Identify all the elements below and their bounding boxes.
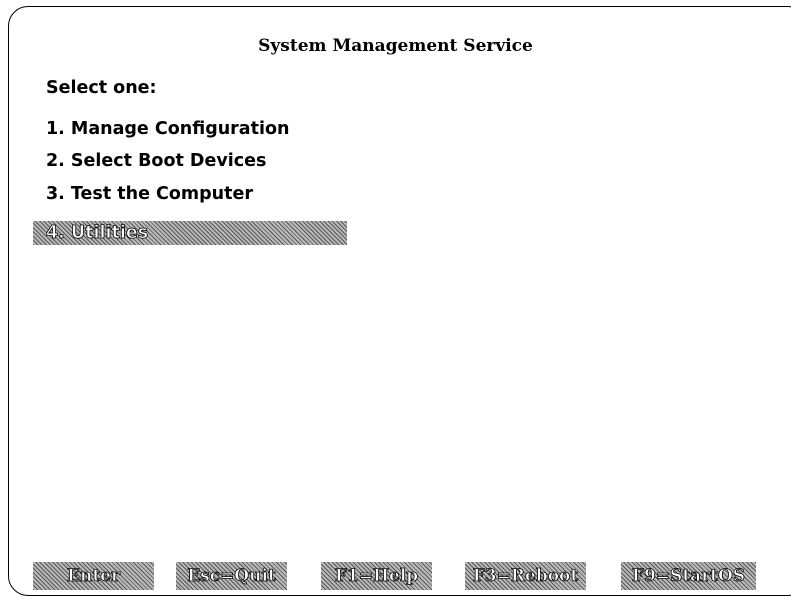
esc-quit-button[interactable]: Esc=Quit [176,562,287,590]
page-title: System Management Service [258,36,533,56]
f9-startos-button[interactable]: F9=StartOS [621,562,756,590]
enter-key-button[interactable]: Enter [33,562,154,590]
menu-item-utilities[interactable]: 4. Utilities [33,221,347,245]
f1-help-button[interactable]: F1=Help [321,562,432,590]
select-prompt: Select one: [46,78,157,98]
menu-item-select-boot-devices[interactable]: 2. Select Boot Devices [46,149,266,173]
f3-reboot-button[interactable]: F3=Reboot [465,562,586,590]
menu-item-manage-configuration[interactable]: 1. Manage Configuration [46,117,289,141]
menu-item-test-the-computer[interactable]: 3. Test the Computer [46,182,253,206]
